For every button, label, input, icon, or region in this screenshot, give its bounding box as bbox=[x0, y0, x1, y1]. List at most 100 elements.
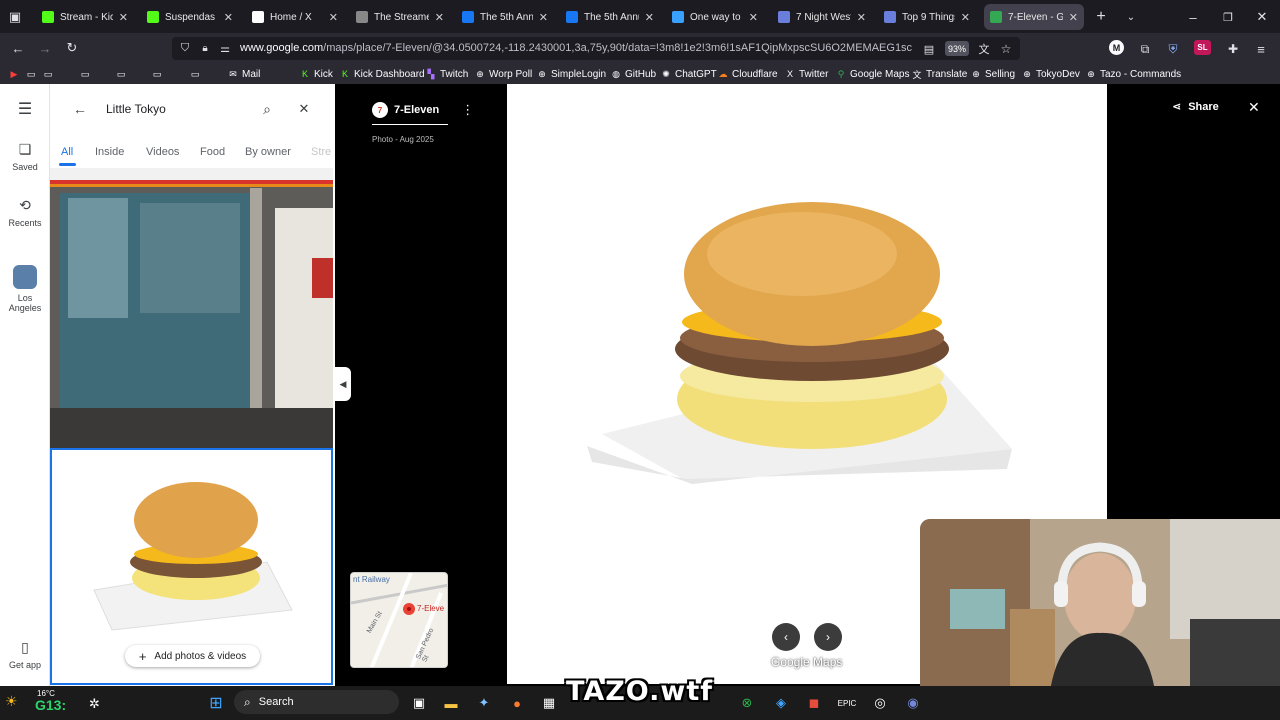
recents-button[interactable]: ⟲ Recents bbox=[0, 197, 50, 228]
bookmark-item[interactable]: ✺ ChatGPT bbox=[661, 66, 716, 82]
saved-button[interactable]: ❏ Saved bbox=[0, 141, 50, 172]
url-text[interactable]: www.google.com/maps/place/7-Eleven/@34.0… bbox=[240, 42, 912, 54]
bookmark-item[interactable]: ⊕ Worp Poll bbox=[475, 66, 532, 82]
xbox-icon[interactable]: ⊗ bbox=[736, 692, 758, 714]
weather-widget[interactable]: 16°C ☀ G13: ✲ bbox=[5, 689, 105, 717]
next-photo-button[interactable]: › bbox=[814, 623, 842, 651]
reload-icon[interactable]: ↻ bbox=[63, 39, 81, 57]
close-tab-icon[interactable]: ✕ bbox=[329, 11, 338, 24]
reader-view-icon[interactable]: ▤ bbox=[920, 40, 938, 58]
new-tab-button[interactable]: + bbox=[1092, 8, 1110, 26]
shield-icon[interactable]: ⛉ bbox=[176, 39, 194, 57]
search-icon[interactable]: ⌕ bbox=[258, 100, 276, 118]
browser-tab[interactable]: Stream - Kick D ✕ bbox=[36, 4, 134, 30]
bookmark-item[interactable]: ✉ Mail bbox=[228, 66, 260, 82]
close-window-icon[interactable]: ✕ bbox=[1253, 8, 1271, 26]
browser-tab[interactable]: Suspendas ✕ bbox=[141, 4, 239, 30]
previous-photo-button[interactable]: ‹ bbox=[772, 623, 800, 651]
chip-videos[interactable]: Videos bbox=[146, 146, 179, 158]
bookmark-item[interactable]: ▭ bbox=[116, 66, 130, 82]
extensions-puzzle-icon[interactable]: ⧉ bbox=[1136, 40, 1154, 58]
app-icon[interactable]: ◈ bbox=[770, 692, 792, 714]
bookmark-item[interactable]: X Twitter bbox=[785, 66, 828, 82]
browser-tab[interactable]: Home / X ✕ bbox=[246, 4, 344, 30]
bitwarden-icon[interactable]: ⛨ bbox=[1164, 40, 1182, 58]
simplelogin-extension-icon[interactable]: SL bbox=[1194, 40, 1211, 55]
task-view-icon[interactable]: ▣ bbox=[408, 692, 430, 714]
browser-tab[interactable]: 7-Eleven - Goo ✕ bbox=[984, 4, 1084, 30]
close-tab-icon[interactable]: ✕ bbox=[857, 11, 866, 24]
close-tab-icon[interactable]: ✕ bbox=[539, 11, 548, 24]
browser-tab[interactable]: The 5th Annual ✕ bbox=[560, 4, 660, 30]
viewer-place-name[interactable]: 7-Eleven bbox=[394, 104, 439, 116]
bookmark-item[interactable]: ▚ Twitch bbox=[426, 66, 469, 82]
bookmark-item[interactable]: ▭ bbox=[26, 66, 40, 82]
taskbar-search[interactable]: ⌕ Search bbox=[234, 690, 399, 714]
obs-icon[interactable]: ◎ bbox=[869, 692, 891, 714]
translate-page-icon[interactable]: 文 bbox=[975, 40, 993, 58]
chip-by-owner[interactable]: By owner bbox=[245, 146, 291, 158]
recent-place-los-angeles[interactable]: Los Angeles bbox=[0, 265, 50, 313]
epic-games-icon[interactable]: EPIC bbox=[836, 692, 858, 714]
store-icon[interactable]: ▦ bbox=[538, 692, 560, 714]
file-explorer-icon[interactable]: ▬ bbox=[440, 692, 462, 714]
bookmark-item[interactable]: ▶ bbox=[9, 66, 23, 82]
close-tab-icon[interactable]: ✕ bbox=[645, 11, 654, 24]
zoom-level-badge[interactable]: 93% bbox=[945, 41, 969, 56]
tab-overview-icon[interactable]: ▣ bbox=[6, 8, 24, 26]
bookmark-item[interactable]: ▭ bbox=[43, 66, 57, 82]
bookmark-item[interactable]: ⊕ Tazo - Commands bbox=[1086, 66, 1181, 82]
location-minimap[interactable]: nt Railway 7-Eleve Main St San Pedro St bbox=[350, 572, 448, 668]
windows-start-icon[interactable]: ⊞ bbox=[205, 692, 227, 714]
permissions-icon[interactable]: ⚌ bbox=[216, 39, 234, 57]
get-app-button[interactable]: ▯ Get app bbox=[0, 639, 50, 670]
copilot-icon[interactable]: ✦ bbox=[473, 692, 495, 714]
browser-tab[interactable]: 7 Night Wester ✕ bbox=[772, 4, 872, 30]
bookmark-item[interactable]: ☁ Cloudflare bbox=[718, 66, 778, 82]
back-arrow-icon[interactable]: ← bbox=[9, 39, 27, 57]
chip-stre[interactable]: Stre bbox=[311, 146, 331, 158]
bookmark-item[interactable]: ▭ bbox=[190, 66, 204, 82]
bookmark-item[interactable]: ⊕ TokyoDev bbox=[1022, 66, 1080, 82]
close-tab-icon[interactable]: ✕ bbox=[961, 11, 970, 24]
browser-tab[interactable]: Top 9 Things to ✕ bbox=[878, 4, 976, 30]
close-viewer-icon[interactable]: ✕ bbox=[1248, 99, 1260, 116]
close-tab-icon[interactable]: ✕ bbox=[435, 11, 444, 24]
bookmark-item[interactable]: ◍ GitHub bbox=[611, 66, 656, 82]
browser-tab[interactable]: The Streamer A ✕ bbox=[350, 4, 450, 30]
bookmark-item[interactable]: 文 Translate bbox=[912, 66, 967, 82]
app-icon[interactable]: ◼ bbox=[803, 692, 825, 714]
bookmark-item[interactable]: K Kick Dashboard bbox=[340, 66, 425, 82]
lock-icon[interactable]: 🔒︎ bbox=[196, 39, 214, 57]
clear-search-icon[interactable]: ✕ bbox=[295, 100, 313, 118]
close-tab-icon[interactable]: ✕ bbox=[749, 11, 758, 24]
share-button[interactable]: ⋖ Share bbox=[1172, 100, 1219, 114]
menu-hamburger-icon[interactable]: ☰ bbox=[16, 100, 34, 118]
chip-all[interactable]: All bbox=[61, 146, 73, 158]
browser-tab[interactable]: One way to Ho ✕ bbox=[666, 4, 764, 30]
menu-hamburger-icon[interactable]: ≡ bbox=[1252, 40, 1270, 58]
search-box[interactable] bbox=[60, 93, 322, 127]
more-options-icon[interactable]: ⋮ bbox=[461, 102, 474, 118]
browser-tab[interactable]: The 5th Annual ✕ bbox=[456, 4, 554, 30]
bookmark-item[interactable]: K Kick bbox=[300, 66, 333, 82]
close-tab-icon[interactable]: ✕ bbox=[119, 11, 128, 24]
close-tab-icon[interactable]: ✕ bbox=[224, 11, 233, 24]
back-arrow-icon[interactable]: ← bbox=[71, 100, 89, 118]
add-photos-button[interactable]: + Add photos & videos bbox=[125, 645, 260, 667]
bookmark-star-icon[interactable]: ☆ bbox=[997, 40, 1015, 58]
bookmark-item[interactable]: ▭ bbox=[80, 66, 94, 82]
discord-icon[interactable]: ◉ bbox=[902, 692, 924, 714]
bookmark-item[interactable]: ▭ bbox=[152, 66, 166, 82]
close-tab-icon[interactable]: ✕ bbox=[1069, 11, 1078, 24]
bookmark-item[interactable]: ⊕ SimpleLogin bbox=[537, 66, 606, 82]
search-input[interactable]: Little Tokyo bbox=[106, 102, 166, 116]
bookmark-item[interactable]: ⊕ Selling bbox=[971, 66, 1015, 82]
bookmark-item[interactable]: ⚲ Google Maps bbox=[836, 66, 910, 82]
forward-arrow-icon[interactable]: → bbox=[36, 39, 54, 57]
restore-window-icon[interactable]: ❐ bbox=[1219, 8, 1237, 26]
collapse-panel-button[interactable]: ◀ bbox=[335, 367, 351, 401]
tab-list-menu-icon[interactable]: ⌄ bbox=[1122, 8, 1140, 26]
firefox-icon[interactable]: ● bbox=[506, 692, 528, 714]
minimize-window-icon[interactable]: – bbox=[1184, 8, 1202, 26]
